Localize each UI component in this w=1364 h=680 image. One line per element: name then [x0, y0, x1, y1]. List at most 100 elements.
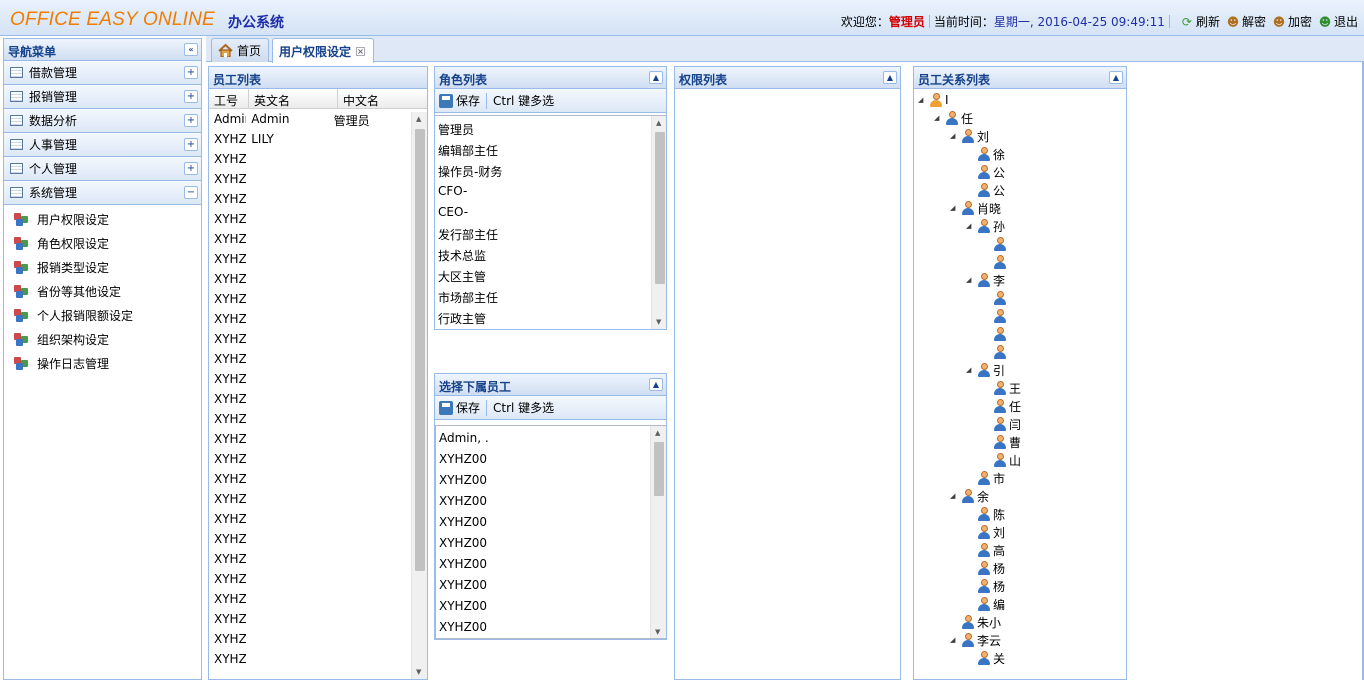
nav-item[interactable]: 个人报销限额设定	[4, 303, 201, 327]
tree-node[interactable]: ◢ 余	[950, 487, 989, 505]
table-row[interactable]: XYHZ0	[209, 549, 411, 569]
table-row[interactable]: XYHZ0	[209, 529, 411, 549]
scroll-up-icon[interactable]: ▲	[416, 115, 421, 123]
nav-section[interactable]: 数据分析 +	[4, 109, 201, 133]
table-row[interactable]: XYHZ0	[209, 209, 411, 229]
role-option[interactable]: CEO-	[435, 202, 649, 223]
nav-section[interactable]: 系统管理 −	[4, 181, 201, 205]
collapse-up-icon[interactable]: ▲	[649, 71, 663, 84]
role-option[interactable]: 大区主管	[435, 265, 649, 286]
tree-node[interactable]	[982, 325, 1009, 343]
tree-node[interactable]: ◢ I	[918, 91, 949, 109]
subordinate-option[interactable]: XYHZ00	[436, 617, 650, 638]
tree-node[interactable]: 公	[966, 181, 1005, 199]
expand-icon[interactable]: +	[184, 90, 198, 103]
tree-node[interactable]: 关	[966, 649, 1005, 667]
subordinate-option[interactable]: XYHZ00	[436, 596, 650, 617]
table-row[interactable]: XYHZ0	[209, 329, 411, 349]
subordinate-option[interactable]: XYHZ00	[436, 533, 650, 554]
role-option[interactable]: 管理员	[435, 118, 649, 139]
table-row[interactable]: XYHZ0	[209, 229, 411, 249]
role-option[interactable]: CFO-	[435, 181, 649, 202]
table-row[interactable]: XYHZ0	[209, 649, 411, 669]
role-option[interactable]: 发行部主任	[435, 223, 649, 244]
role-option[interactable]: 技术总监	[435, 244, 649, 265]
tree-expanded-icon[interactable]: ◢	[950, 636, 959, 644]
role-option[interactable]: 编辑部主任	[435, 139, 649, 160]
nav-section[interactable]: 人事管理 +	[4, 133, 201, 157]
role-option[interactable]: 市场部主任	[435, 286, 649, 307]
tree-node[interactable]: 朱小	[950, 613, 1001, 631]
tree-node[interactable]	[982, 343, 1009, 361]
tree-node[interactable]: 市	[966, 469, 1005, 487]
tree-node[interactable]	[982, 253, 1009, 271]
table-row[interactable]: XYHZ0	[209, 449, 411, 469]
tree-node[interactable]: 闫	[982, 415, 1021, 433]
tree-node[interactable]: 杨	[966, 559, 1005, 577]
role-save-button[interactable]: 保存	[456, 92, 480, 109]
tree-node[interactable]: 曹	[982, 433, 1021, 451]
tree-node[interactable]: ◢ 任	[934, 109, 973, 127]
nav-section[interactable]: 报销管理 +	[4, 85, 201, 109]
tree-node[interactable]: 山	[982, 451, 1021, 469]
nav-section[interactable]: 借款管理 +	[4, 61, 201, 85]
expand-icon[interactable]: +	[184, 162, 198, 175]
table-row[interactable]: Admin Admin 管理员	[209, 109, 411, 129]
nav-item[interactable]: 组织架构设定	[4, 327, 201, 351]
table-row[interactable]: XYHZ0	[209, 469, 411, 489]
table-row[interactable]: XYHZ0	[209, 289, 411, 309]
tree-node[interactable]	[982, 307, 1009, 325]
col-header-en-name[interactable]: 英文名	[249, 89, 338, 108]
nav-item[interactable]: 报销类型设定	[4, 255, 201, 279]
expand-icon[interactable]: +	[184, 114, 198, 127]
scroll-down-icon[interactable]: ▼	[416, 668, 421, 676]
table-row[interactable]: XYHZ0	[209, 609, 411, 629]
tree-node[interactable]	[982, 289, 1009, 307]
table-row[interactable]: XYHZ0	[209, 189, 411, 209]
subordinate-listbox[interactable]: Admin, . XYHZ00 XYHZ00 XYHZ00 XYHZ00 XYHZ00 XY…	[435, 425, 666, 639]
tree-node[interactable]: ◢ 刘	[950, 127, 989, 145]
tree-node[interactable]: ◢ 引	[966, 361, 1005, 379]
refresh-button[interactable]: ⟳ 刷新	[1180, 13, 1220, 30]
scrollbar-thumb[interactable]	[655, 132, 665, 284]
nav-item[interactable]: 省份等其他设定	[4, 279, 201, 303]
tree-expanded-icon[interactable]: ◢	[966, 276, 975, 284]
subordinate-option[interactable]: XYHZ00	[436, 491, 650, 512]
scroll-down-icon[interactable]: ▼	[655, 628, 660, 636]
scroll-down-icon[interactable]: ▼	[656, 318, 661, 326]
subordinate-option[interactable]: XYHZ00	[436, 575, 650, 596]
tree-node[interactable]: 刘	[966, 523, 1005, 541]
nav-item[interactable]: 操作日志管理	[4, 351, 201, 375]
tab-user-permission[interactable]: 用户权限设定 ×	[272, 38, 374, 63]
tree-expanded-icon[interactable]: ◢	[966, 222, 975, 230]
subordinate-save-button[interactable]: 保存	[456, 399, 480, 416]
scroll-up-icon[interactable]: ▲	[655, 429, 660, 437]
expand-icon[interactable]: +	[184, 138, 198, 151]
role-listbox[interactable]: 管理员 编辑部主任 操作员-财务 CFO- CEO- 发行部主任 技术总监 大区主管 市场部主任…	[435, 115, 666, 329]
table-row[interactable]: XYHZ0	[209, 629, 411, 649]
collapse-icon[interactable]: −	[184, 186, 198, 199]
scrollbar-thumb[interactable]	[415, 129, 425, 571]
col-header-id[interactable]: 工号	[209, 89, 249, 108]
tree-node[interactable]: ◢ 肖晓	[950, 199, 1001, 217]
subordinate-scrollbar[interactable]: ▲ ▼	[650, 426, 666, 638]
table-row[interactable]: XYHZ0	[209, 409, 411, 429]
tree-node[interactable]: 高	[966, 541, 1005, 559]
scroll-up-icon[interactable]: ▲	[656, 119, 661, 127]
tree-node[interactable]	[982, 235, 1009, 253]
logout-button[interactable]: ☻ 退出	[1318, 13, 1358, 30]
tree-node[interactable]: ◢ 李	[966, 271, 1005, 289]
expand-icon[interactable]: +	[184, 66, 198, 79]
table-row[interactable]: XYHZ0	[209, 269, 411, 289]
tree-expanded-icon[interactable]: ◢	[918, 96, 927, 104]
tree-node[interactable]: 公	[966, 163, 1005, 181]
table-row[interactable]: XYHZ0	[209, 249, 411, 269]
tree-node[interactable]: 编	[966, 595, 1005, 613]
tab-home[interactable]: 首页	[211, 38, 269, 62]
table-row[interactable]: XYHZ0	[209, 509, 411, 529]
nav-section[interactable]: 个人管理 +	[4, 157, 201, 181]
tree-node[interactable]: 陈	[966, 505, 1005, 523]
tree-expanded-icon[interactable]: ◢	[950, 492, 959, 500]
role-option[interactable]: 操作员-财务	[435, 160, 649, 181]
table-row[interactable]: XYHZ0	[209, 569, 411, 589]
